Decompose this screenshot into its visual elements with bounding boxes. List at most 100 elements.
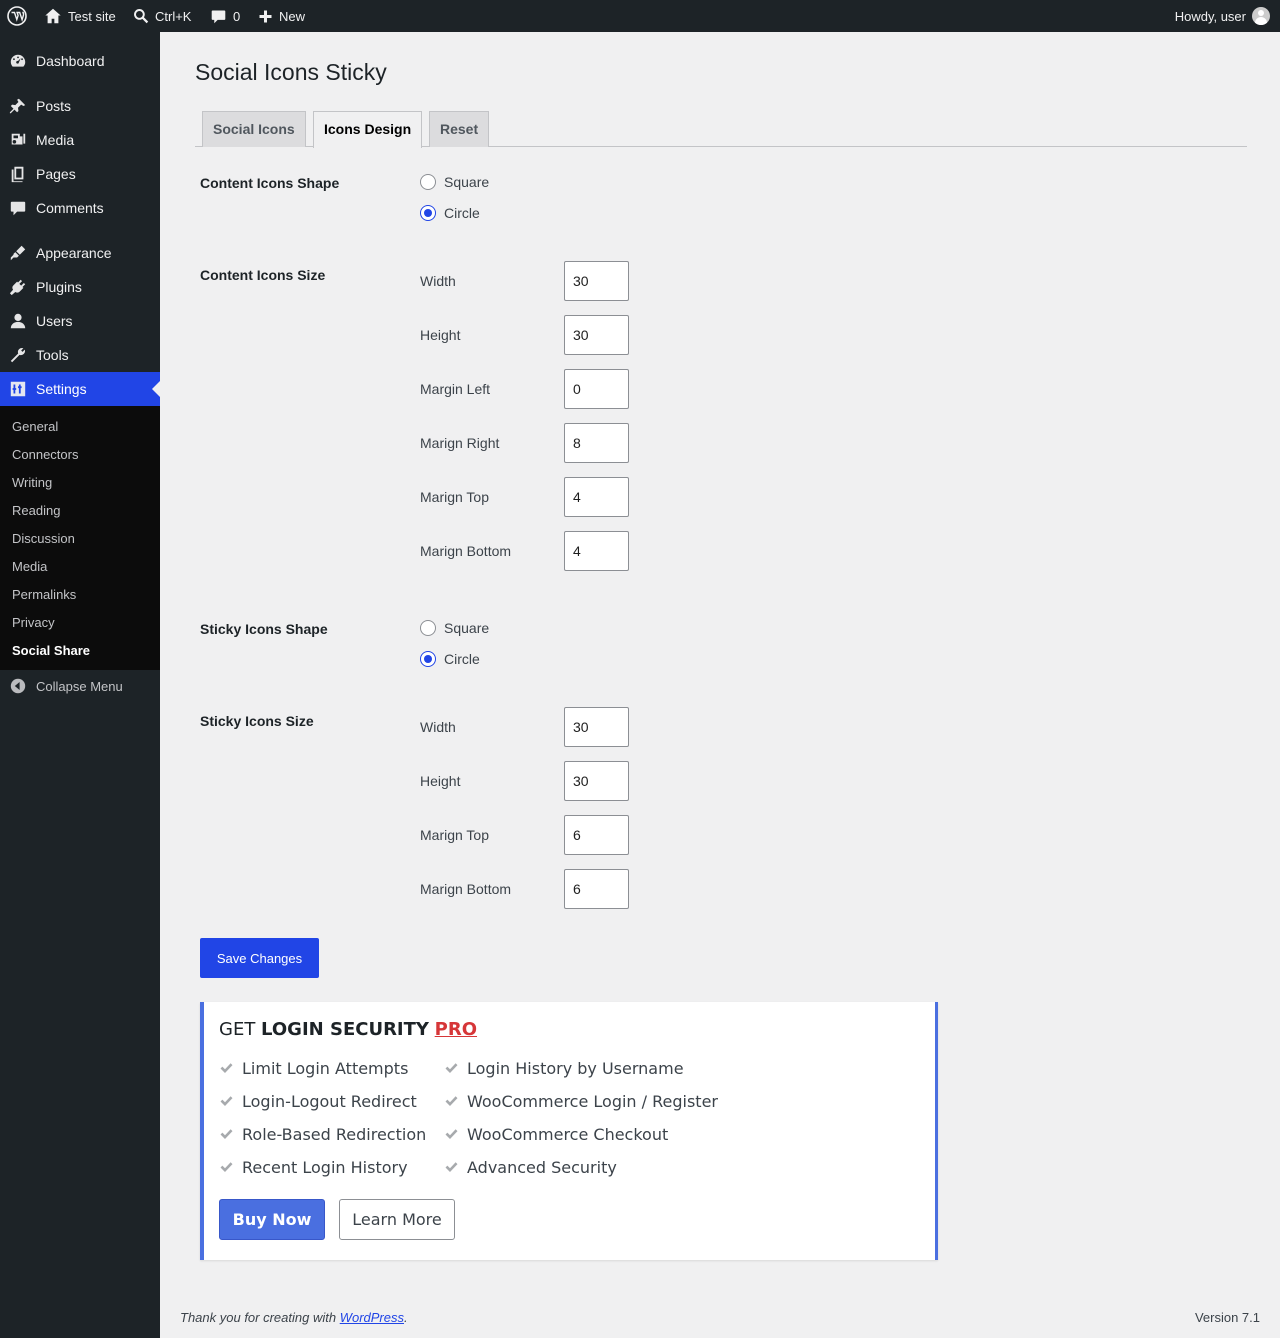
feature-item: Limit Login Attempts	[219, 1059, 408, 1078]
pin-icon	[0, 97, 36, 115]
comment-icon	[211, 10, 226, 23]
greeting: Howdy, user	[1174, 8, 1246, 24]
menu-plugins[interactable]: Plugins	[0, 270, 160, 304]
command-search[interactable]: Ctrl+K	[133, 0, 191, 32]
content-margin-top-input[interactable]	[564, 477, 629, 517]
content-margin-right-input[interactable]	[564, 423, 629, 463]
sticky-height-label: Height	[420, 773, 461, 789]
footer-thanks: Thank you for creating with WordPress.	[180, 1310, 408, 1325]
submenu-connectors[interactable]: Connectors	[0, 441, 160, 469]
sticky-size-label: Sticky Icons Size	[200, 713, 314, 729]
menu-posts[interactable]: Posts	[0, 89, 160, 123]
site-name: Test site	[68, 8, 116, 24]
sticky-margin-bottom-label: Marign Bottom	[420, 881, 512, 897]
menu-label: Appearance	[36, 245, 112, 261]
content-shape-square-option[interactable]: Square	[420, 174, 489, 190]
feature-item: WooCommerce Login / Register	[444, 1092, 718, 1111]
content-shape-circle-radio[interactable]	[420, 205, 436, 221]
promo-title-prefix: GET	[219, 1019, 262, 1040]
login-security-promo: GET LOGIN SECURITY PRO Limit Login Attem…	[200, 1002, 938, 1260]
collapse-label: Collapse Menu	[36, 678, 123, 694]
submenu-general[interactable]: General	[0, 413, 160, 441]
save-changes-button[interactable]: Save Changes	[200, 938, 319, 978]
menu-label: Media	[36, 132, 75, 148]
content-width-input[interactable]	[564, 261, 629, 301]
new-content-menu[interactable]: New	[258, 0, 305, 32]
buy-now-button[interactable]: Buy Now	[219, 1199, 325, 1240]
learn-more-button[interactable]: Learn More	[339, 1199, 455, 1240]
content-margin-bottom-input[interactable]	[564, 531, 629, 571]
submenu-media[interactable]: Media	[0, 553, 160, 581]
site-link[interactable]: Test site	[44, 0, 116, 32]
tab-icons-design[interactable]: Icons Design	[313, 111, 423, 148]
admin-bar: Test site Ctrl+K 0 New Howdy, user	[0, 0, 1280, 32]
feature-label: Recent Login History	[242, 1158, 408, 1177]
feature-label: Login-Logout Redirect	[242, 1092, 417, 1111]
menu-tools[interactable]: Tools	[0, 338, 160, 372]
submenu-permalinks[interactable]: Permalinks	[0, 581, 160, 609]
sticky-margin-bottom-input[interactable]	[564, 869, 629, 909]
pages-icon	[0, 165, 36, 183]
avatar	[1252, 7, 1270, 25]
sticky-shape-circle-option[interactable]: Circle	[420, 651, 480, 667]
content-height-label: Height	[420, 327, 461, 343]
promo-title-product: LOGIN SECURITY	[261, 1019, 429, 1040]
collapse-menu-button[interactable]: Collapse Menu	[0, 669, 160, 703]
plus-icon	[259, 10, 272, 22]
check-icon	[445, 1096, 458, 1106]
menu-users[interactable]: Users	[0, 304, 160, 338]
sticky-height-input[interactable]	[564, 761, 629, 801]
menu-label: Tools	[36, 347, 69, 363]
content-shape-square-radio[interactable]	[420, 174, 436, 190]
sticky-width-input[interactable]	[564, 707, 629, 747]
content-margin-right-label: Marign Right	[420, 435, 500, 451]
sticky-margin-top-label: Marign Top	[420, 827, 490, 843]
content-height-input[interactable]	[564, 315, 629, 355]
wordpress-link[interactable]: WordPress	[340, 1310, 404, 1325]
check-icon	[220, 1063, 233, 1073]
sticky-margin-top-input[interactable]	[564, 815, 629, 855]
menu-media[interactable]: Media	[0, 123, 160, 157]
comments-link[interactable]: 0	[210, 0, 240, 32]
tab-reset[interactable]: Reset	[429, 111, 490, 147]
menu-label: Pages	[36, 166, 76, 182]
menu-comments[interactable]: Comments	[0, 191, 160, 225]
menu-settings[interactable]: Settings	[0, 372, 160, 406]
sticky-shape-square-radio[interactable]	[420, 620, 436, 636]
option-label: Circle	[444, 205, 480, 221]
submenu-privacy[interactable]: Privacy	[0, 609, 160, 637]
check-icon	[445, 1063, 458, 1073]
content-margin-left-label: Margin Left	[420, 381, 491, 397]
sticky-shape-square-option[interactable]: Square	[420, 620, 489, 636]
submenu-discussion[interactable]: Discussion	[0, 525, 160, 553]
submenu-reading[interactable]: Reading	[0, 497, 160, 525]
sticky-shape-circle-radio[interactable]	[420, 651, 436, 667]
search-icon	[134, 9, 149, 24]
menu-dashboard[interactable]: Dashboard	[0, 44, 160, 78]
comment-icon	[0, 199, 36, 217]
feature-item: Advanced Security	[444, 1158, 617, 1177]
brush-icon	[0, 244, 36, 262]
comments-count: 0	[233, 8, 241, 24]
promo-pro-link[interactable]: PRO	[435, 1019, 477, 1040]
tab-social-icons[interactable]: Social Icons	[202, 111, 306, 147]
collapse-arrow-icon	[0, 678, 36, 694]
sticky-shape-label: Sticky Icons Shape	[200, 621, 328, 637]
submenu-social-share[interactable]: Social Share	[0, 637, 160, 665]
feature-label: Role-Based Redirection	[242, 1125, 427, 1144]
settings-icon	[0, 380, 36, 398]
content-margin-top-label: Marign Top	[420, 489, 490, 505]
new-label: New	[279, 8, 306, 24]
menu-label: Dashboard	[36, 53, 105, 69]
wordpress-logo-icon[interactable]	[7, 0, 27, 32]
content-size-label: Content Icons Size	[200, 267, 326, 283]
menu-appearance[interactable]: Appearance	[0, 236, 160, 270]
content-shape-circle-option[interactable]: Circle	[420, 205, 480, 221]
content-margin-left-input[interactable]	[564, 369, 629, 409]
user-icon	[0, 312, 36, 330]
menu-pages[interactable]: Pages	[0, 157, 160, 191]
account-menu[interactable]: Howdy, user	[1175, 0, 1270, 32]
media-icon	[0, 131, 36, 149]
submenu-writing[interactable]: Writing	[0, 469, 160, 497]
admin-sidebar: Dashboard Posts Media Pages Comments App…	[0, 32, 160, 1338]
